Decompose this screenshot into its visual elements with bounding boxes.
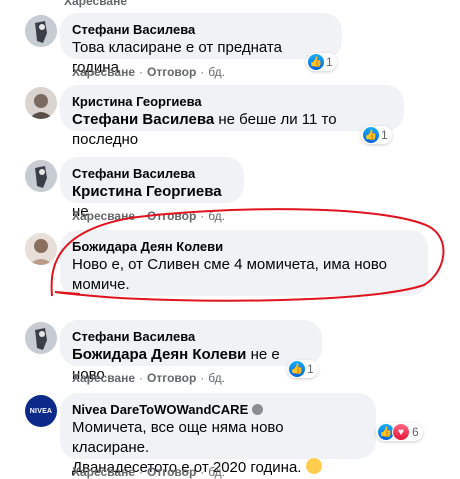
love-reaction-icon: ♥	[392, 423, 410, 441]
verified-badge-icon	[252, 404, 264, 415]
reply-link[interactable]: Отговор	[147, 209, 196, 223]
comment-text: Стефани Василева не беше ли 11 то послед…	[72, 111, 337, 148]
reaction-summary[interactable]: 👍 1	[306, 53, 337, 71]
like-link[interactable]: Харесване	[72, 209, 135, 223]
timestamp[interactable]: бд.	[208, 209, 225, 223]
smile-emoji-icon	[305, 458, 322, 474]
comment-bubble: Стефани Василева Божидара Деян Колеви не…	[60, 320, 322, 383]
reply-link[interactable]: Отговор	[147, 65, 196, 79]
comment-bubble: Nivea DareToWOWandCARE Момичета, все още…	[60, 393, 376, 476]
comment-author[interactable]: Кристина Георгиева	[72, 93, 392, 110]
mention-link[interactable]: Стефани Василева	[72, 111, 214, 128]
reaction-count: 1	[307, 362, 314, 376]
comment-bubble: Кристина Георгиева Стефани Василева не б…	[60, 85, 404, 148]
comment-actions: Харесване · Отговор · бд.	[72, 465, 225, 479]
like-link[interactable]: Харесване	[72, 465, 135, 479]
like-reaction-icon: 👍	[308, 54, 324, 70]
timestamp[interactable]: бд.	[208, 465, 225, 479]
timestamp[interactable]: бд.	[208, 371, 225, 385]
like-reaction-icon: 👍	[289, 361, 305, 377]
comment-bubble: Стефани Василева Кристина Георгиева не	[60, 157, 244, 220]
comment-author[interactable]: Nivea DareToWOWandCARE	[72, 401, 248, 418]
avatar[interactable]	[25, 87, 57, 119]
like-link[interactable]: Харесване	[72, 65, 135, 79]
action-row-top: Харесване	[64, 0, 127, 8]
reaction-count: 1	[381, 128, 388, 142]
reply-link[interactable]: Отговор	[147, 371, 196, 385]
timestamp[interactable]: бд.	[208, 65, 225, 79]
avatar[interactable]	[25, 15, 57, 47]
comment-author[interactable]: Стефани Василева	[72, 21, 330, 38]
comment-actions: Харесване · Отговор · бд.	[72, 209, 225, 223]
comment-author[interactable]: Божидара Деян Колеви	[72, 238, 416, 255]
avatar[interactable]	[25, 233, 57, 265]
comment-actions: Харесване · Отговор · бд.	[72, 371, 225, 385]
avatar[interactable]	[25, 160, 57, 192]
nivea-avatar[interactable]: NIVEA	[25, 395, 57, 427]
reaction-count: 1	[326, 55, 333, 69]
comment-bubble: Стефани Василева Това класиране е от пре…	[60, 13, 342, 76]
comment-text-line: Момичета, все още няма ново класиране.	[72, 419, 284, 456]
mention-link[interactable]: Божидара Деян Колеви	[72, 346, 246, 363]
like-reaction-icon: 👍	[363, 127, 379, 143]
comment-author[interactable]: Стефани Василева	[72, 328, 310, 345]
comment-actions: Харесване · Отговор · бд.	[72, 65, 225, 79]
reaction-summary[interactable]: 👍 ♥ 6	[376, 423, 423, 441]
comment-author[interactable]: Стефани Василева	[72, 165, 232, 182]
reaction-summary[interactable]: 👍 1	[287, 360, 318, 378]
mention-link[interactable]: Кристина Георгиева	[72, 183, 222, 200]
comment-text-line: Ново е, от Сливен сме 4 момичета, има но…	[72, 256, 387, 273]
like-link[interactable]: Харесване	[72, 371, 135, 385]
reaction-count: 6	[412, 425, 419, 439]
comment-text-line: момиче.	[72, 276, 130, 293]
reply-link[interactable]: Отговор	[147, 465, 196, 479]
comment-bubble: Божидара Деян Колеви Ново е, от Сливен с…	[60, 230, 428, 296]
avatar[interactable]	[25, 322, 57, 354]
reaction-summary[interactable]: 👍 1	[361, 126, 392, 144]
like-link[interactable]: Харесване	[64, 0, 127, 8]
